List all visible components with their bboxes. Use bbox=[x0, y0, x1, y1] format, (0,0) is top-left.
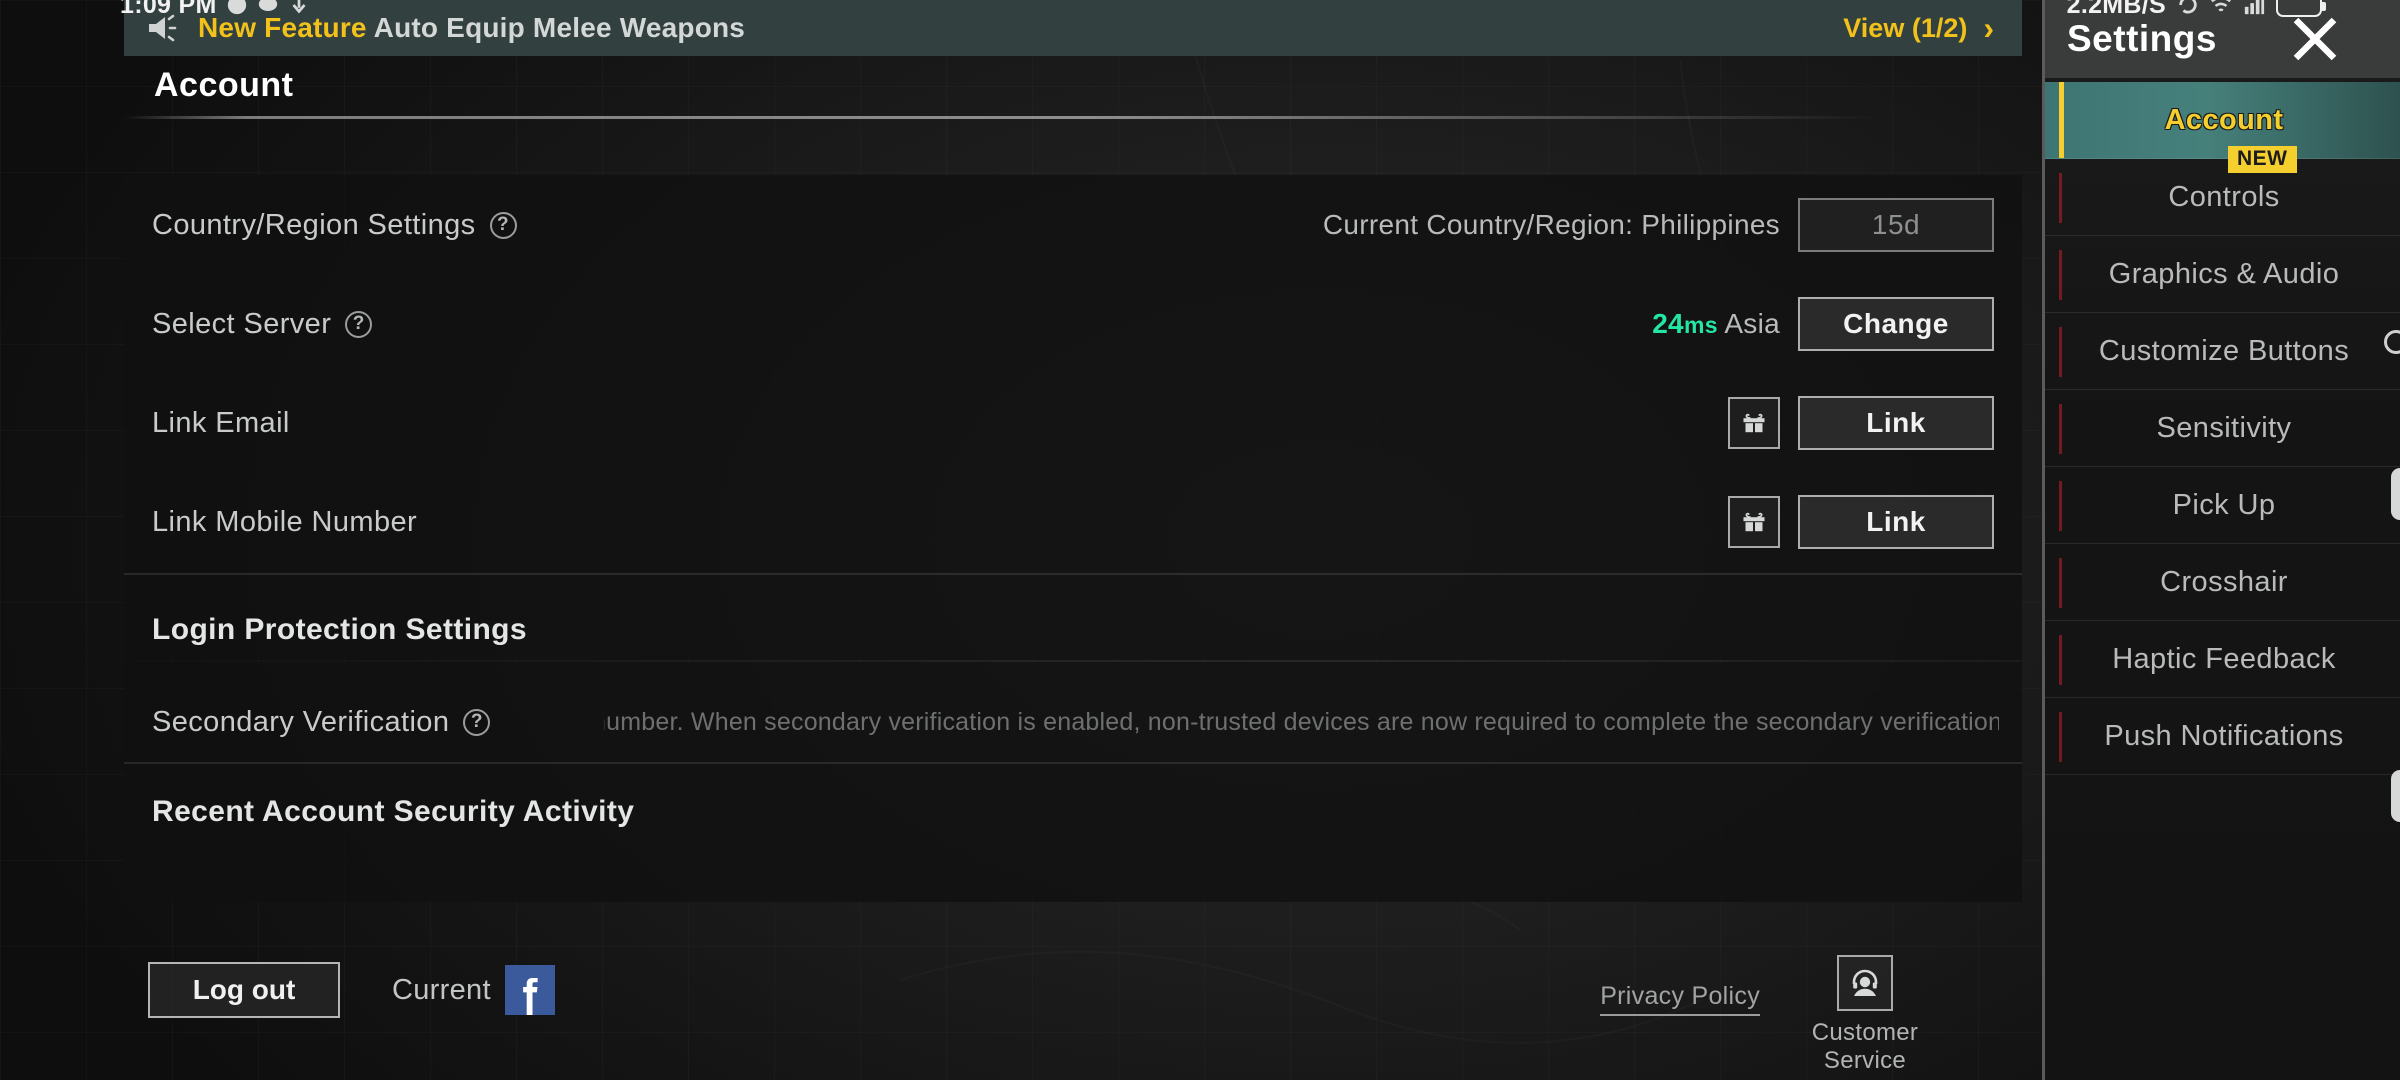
panel-divider bbox=[124, 762, 2022, 764]
help-icon[interactable]: ? bbox=[345, 310, 373, 338]
scroll-handle-lower[interactable] bbox=[2391, 770, 2400, 822]
row-link-mobile-text: Link Mobile Number bbox=[152, 505, 418, 538]
sidebar-item-label: Crosshair bbox=[2160, 565, 2288, 598]
sidebar-item-push-notifications[interactable]: Push Notifications bbox=[2045, 698, 2400, 775]
row-select-server[interactable]: Select Server ? 24ms Asia Change bbox=[124, 274, 2022, 374]
scroll-handle-upper[interactable] bbox=[2391, 468, 2400, 520]
sidebar-item-customize-buttons[interactable]: Customize Buttons bbox=[2045, 313, 2400, 390]
chevron-right-icon: › bbox=[1983, 10, 1994, 46]
link-email-button[interactable]: Link bbox=[1798, 396, 1994, 450]
current-country-value: Current Country/Region: Philippines bbox=[1322, 209, 1780, 240]
app-root: 1:09 PM 2.2MB/S New Feature Auto Equip M… bbox=[0, 0, 2400, 1080]
sidebar-item-haptic-feedback[interactable]: Haptic Feedback bbox=[2045, 621, 2400, 698]
banner-view-label: View (1/2) bbox=[1843, 12, 1968, 43]
banner-text: New Feature Auto Equip Melee Weapons bbox=[198, 12, 745, 44]
tab-account[interactable]: Account bbox=[154, 66, 294, 105]
sidebar-item-label: Graphics & Audio bbox=[2108, 257, 2340, 290]
row-country-region-right: Current Country/Region: Philippines 15d bbox=[1323, 198, 1994, 252]
server-region-name: Asia bbox=[1724, 308, 1780, 339]
secondary-verification-marquee-text: ɔne number. When secondary verification … bbox=[604, 707, 1999, 736]
settings-sidebar: Settings Account NEW Controls Graphics &… bbox=[2042, 0, 2400, 1080]
banner-tag: New Feature bbox=[198, 12, 367, 43]
help-icon[interactable]: ? bbox=[463, 708, 491, 736]
row-country-region-text: Country/Region Settings bbox=[152, 208, 476, 241]
server-ping-value: 24ms Asia bbox=[1652, 308, 1780, 340]
row-link-mobile-right: Link bbox=[1728, 495, 1994, 549]
recent-activity-title[interactable]: Recent Account Security Activity bbox=[152, 795, 634, 829]
ping-unit: ms bbox=[1683, 312, 1718, 338]
country-change-cooldown-button: 15d bbox=[1798, 198, 1994, 252]
current-account-label: Current bbox=[392, 973, 491, 1006]
speaker-icon bbox=[149, 14, 177, 42]
sidebar-item-controls[interactable]: NEW Controls bbox=[2045, 146, 2400, 236]
login-protection-panel: Secondary Verification ? ɔne number. Whe… bbox=[124, 662, 2022, 902]
facebook-icon[interactable] bbox=[504, 965, 555, 1015]
change-server-button[interactable]: Change bbox=[1798, 297, 1994, 351]
panel-divider bbox=[124, 573, 2022, 575]
current-account-block: Current bbox=[392, 965, 555, 1015]
close-icon[interactable] bbox=[2289, 13, 2341, 65]
account-settings-panel: Country/Region Settings ? Current Countr… bbox=[124, 175, 2022, 660]
ping-number: 24 bbox=[1652, 308, 1684, 339]
sidebar-item-label: Customize Buttons bbox=[2098, 334, 2350, 367]
sidebar-item-pick-up[interactable]: Pick Up bbox=[2045, 467, 2400, 544]
sidebar-header: Settings bbox=[2045, 0, 2400, 78]
row-link-email[interactable]: Link Email Link bbox=[124, 373, 2022, 473]
new-badge: NEW bbox=[2228, 146, 2297, 173]
logout-button[interactable]: Log out bbox=[148, 962, 340, 1018]
account-footer: Log out Current Privacy Policy Customer bbox=[124, 955, 2022, 1080]
privacy-policy-link[interactable]: Privacy Policy bbox=[1600, 982, 1760, 1016]
sidebar-item-label: Haptic Feedback bbox=[2112, 642, 2336, 675]
sidebar-title: Settings bbox=[2067, 18, 2217, 59]
row-link-email-right: Link bbox=[1728, 396, 1994, 450]
row-country-region[interactable]: Country/Region Settings ? Current Countr… bbox=[124, 175, 2022, 275]
link-mobile-button[interactable]: Link bbox=[1798, 495, 1994, 549]
sidebar-item-label: Controls bbox=[2168, 180, 2280, 213]
row-link-mobile-label: Link Mobile Number bbox=[152, 506, 417, 539]
row-link-mobile[interactable]: Link Mobile Number Link bbox=[124, 472, 2022, 572]
content-tabbar: Account bbox=[124, 56, 2022, 119]
sidebar-item-sensitivity[interactable]: Sensitivity bbox=[2045, 390, 2400, 467]
secondary-verification-marquee: ɔne number. When secondary verification … bbox=[604, 672, 1999, 772]
row-select-server-text: Select Server bbox=[152, 307, 332, 340]
row-select-server-label: Select Server ? bbox=[152, 307, 373, 341]
customer-service-icon[interactable] bbox=[1837, 955, 1893, 1011]
gift-icon[interactable] bbox=[1728, 397, 1780, 449]
customer-service-label: Customer Service bbox=[1811, 1019, 1919, 1074]
gift-icon[interactable] bbox=[1728, 496, 1780, 548]
tabbar-underline bbox=[124, 116, 1884, 119]
sidebar-item-label: Pick Up bbox=[2172, 488, 2276, 521]
announcement-banner[interactable]: New Feature Auto Equip Melee Weapons Vie… bbox=[124, 0, 2022, 56]
row-country-region-label: Country/Region Settings ? bbox=[152, 209, 517, 242]
sidebar-item-label: Sensitivity bbox=[2156, 411, 2292, 444]
sidebar-nav-list: Account NEW Controls Graphics & Audio Cu… bbox=[2045, 82, 2400, 775]
sidebar-item-label: Push Notifications bbox=[2104, 719, 2344, 752]
row-select-server-right: 24ms Asia Change bbox=[1652, 297, 1994, 351]
customer-service-block[interactable]: Customer Service bbox=[1790, 955, 1940, 1075]
sidebar-item-label: Account bbox=[2164, 103, 2284, 136]
banner-message: Auto Equip Melee Weapons bbox=[373, 12, 746, 43]
help-icon[interactable]: ? bbox=[489, 211, 517, 239]
row-link-email-label: Link Email bbox=[152, 407, 290, 440]
row-secondary-verification-text: Secondary Verification bbox=[152, 705, 450, 738]
sidebar-item-crosshair[interactable]: Crosshair bbox=[2045, 544, 2400, 621]
row-secondary-verification-label: Secondary Verification ? bbox=[152, 705, 491, 739]
row-secondary-verification[interactable]: Secondary Verification ? ɔne number. Whe… bbox=[124, 672, 2022, 772]
sidebar-item-account[interactable]: Account bbox=[2045, 82, 2400, 159]
row-link-email-text: Link Email bbox=[152, 406, 290, 439]
sidebar-item-graphics-audio[interactable]: Graphics & Audio bbox=[2045, 236, 2400, 313]
banner-view-button[interactable]: View (1/2) › bbox=[1843, 12, 1994, 44]
login-protection-title: Login Protection Settings bbox=[152, 613, 527, 646]
